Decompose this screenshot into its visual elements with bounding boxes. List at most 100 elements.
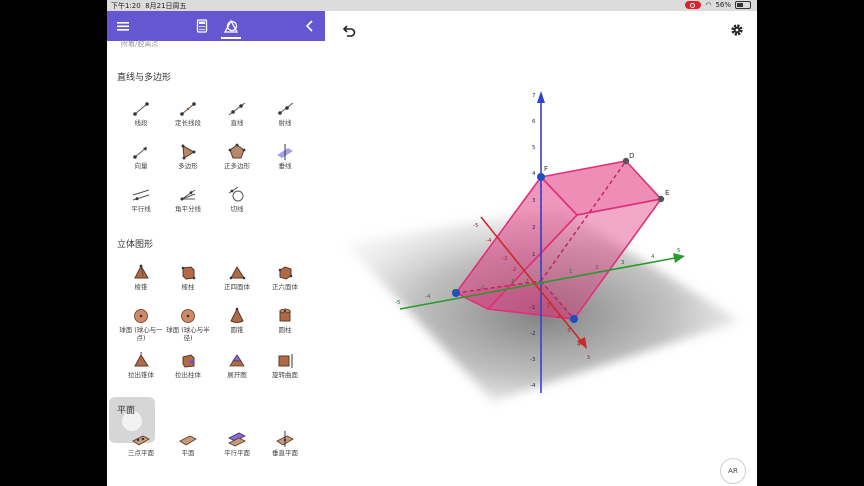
svg-text:3: 3 (567, 328, 571, 334)
point-f[interactable] (537, 173, 545, 181)
label-e: E (665, 189, 669, 197)
tool-plane-three-points[interactable]: 三点平面 (117, 429, 165, 457)
svg-text:-2: -2 (511, 267, 516, 273)
tool-perpendicular-line[interactable]: 垂线 (261, 142, 309, 170)
polygon-icon (181, 144, 196, 160)
cut-off-tool-label: 附着/脱离点 (121, 40, 159, 48)
section-title-planes: 平面 (117, 406, 136, 416)
tool-fixed-segment[interactable]: 定长线段 (164, 99, 212, 127)
label-d: D (629, 152, 634, 160)
svg-text:4: 4 (651, 254, 655, 260)
cone-icon (230, 307, 244, 323)
fixed-segment-icon (180, 102, 196, 116)
svg-text:2: 2 (532, 225, 536, 231)
tool-ray[interactable]: 射线 (261, 99, 309, 127)
regular-polygon-icon (228, 143, 246, 159)
screen-record-icon (685, 1, 702, 9)
svg-text:-3: -3 (502, 256, 508, 262)
point-e[interactable] (657, 195, 665, 203)
ray-icon (278, 102, 294, 115)
vector-icon (133, 147, 147, 159)
tool-angle-bisector[interactable]: 角平分线 (164, 185, 212, 213)
tool-parallel-line[interactable]: 平行线 (117, 185, 165, 213)
parallel-plane-icon (228, 432, 246, 447)
cube-icon (278, 266, 293, 280)
tool-extrude-pyramid[interactable]: 拉出锥体 (117, 351, 165, 379)
angle-bisector-icon (180, 189, 196, 201)
graphics-3d-view[interactable]: D E F 7 6 5 4 3 2 1 -1 -2 -3 -4 -5 -4 -3 (325, 11, 757, 486)
point-on-x-axis[interactable] (570, 315, 578, 323)
svg-text:-3: -3 (451, 289, 457, 295)
tool-sphere-center-radius[interactable]: 球面 (球心与半径) (164, 306, 212, 342)
svg-text:5: 5 (677, 248, 681, 254)
svg-text:4: 4 (577, 342, 581, 348)
svg-text:-1: -1 (524, 279, 529, 285)
panel-toolbar (107, 11, 325, 41)
section-title-solids: 立体图形 (117, 240, 154, 250)
tool-cylinder[interactable]: 圆柱 (261, 306, 309, 334)
svg-text:-5: -5 (473, 223, 479, 229)
svg-text:4: 4 (532, 171, 536, 177)
svg-text:-1: -1 (530, 305, 535, 311)
menu-icon[interactable] (115, 18, 131, 34)
y-axis-arrow (673, 253, 685, 263)
tool-regular-polygon[interactable]: 正多边形 (213, 142, 261, 170)
parallel-line-icon (132, 189, 150, 201)
tool-cone[interactable]: 圆锥 (213, 306, 261, 334)
svg-text:3: 3 (532, 198, 536, 204)
line-icon (228, 102, 246, 116)
svg-text:2: 2 (595, 265, 599, 271)
segment-icon (133, 102, 149, 116)
battery-icon (735, 1, 751, 9)
tool-perpendicular-plane[interactable]: 垂直平面 (261, 429, 309, 457)
tablet-screen: 下午1:20 8月21日周五 ◠ 56% 附着/脱离点 直线与多边形 线段 定长… (107, 0, 757, 486)
calculator-icon[interactable] (194, 18, 210, 34)
svg-text:5: 5 (532, 145, 536, 151)
tool-polygon[interactable]: 多边形 (164, 142, 212, 170)
revolution-surface-icon (278, 354, 293, 368)
net-icon (229, 354, 245, 367)
svg-text:-2: -2 (530, 331, 535, 337)
svg-text:-1: -1 (509, 279, 514, 285)
perpendicular-line-icon (277, 144, 293, 160)
tool-panel: 附着/脱离点 直线与多边形 线段 定长线段 直线 射线 向量 多边形 正多边形 … (107, 11, 326, 486)
sphere-icon (134, 309, 148, 323)
geometry-icon[interactable] (223, 18, 239, 34)
tool-parallel-plane[interactable]: 平行平面 (213, 429, 261, 457)
status-bar: 下午1:20 8月21日周五 ◠ 56% (107, 0, 757, 11)
tool-prism[interactable]: 棱柱 (164, 263, 212, 291)
prism-icon (181, 266, 196, 280)
collapse-icon[interactable] (302, 18, 318, 34)
svg-text:7: 7 (532, 93, 536, 99)
label-f: F (544, 165, 548, 173)
ar-button[interactable]: AR (720, 458, 746, 484)
svg-text:-4: -4 (425, 294, 431, 300)
svg-text:2: 2 (557, 314, 561, 320)
tool-net[interactable]: 展开图 (213, 351, 261, 379)
wifi-icon: ◠ (705, 1, 712, 9)
svg-text:1: 1 (569, 269, 573, 275)
tool-cube[interactable]: 正六面体 (261, 263, 309, 291)
plane-icon (179, 435, 197, 446)
tool-vector[interactable]: 向量 (117, 142, 165, 170)
extrude-pyramid-icon (134, 352, 149, 367)
tool-tetrahedron[interactable]: 正四面体 (213, 263, 261, 291)
svg-text:1: 1 (532, 252, 536, 258)
tool-line[interactable]: 直线 (213, 99, 261, 127)
svg-text:-4: -4 (530, 383, 536, 389)
battery-percent: 56% (715, 1, 731, 9)
tool-extrude-prism[interactable]: 拉出柱体 (164, 351, 212, 379)
tool-sphere-center-point[interactable]: 球面 (球心与一点) (117, 306, 165, 342)
svg-text:-4: -4 (486, 238, 492, 244)
tool-tangent[interactable]: 切线 (213, 185, 261, 213)
tool-segment[interactable]: 线段 (117, 99, 165, 127)
pyramid-icon (134, 264, 149, 279)
tool-pyramid[interactable]: 棱锥 (117, 263, 165, 291)
perpendicular-plane-icon (276, 431, 294, 447)
tool-surface-of-revolution[interactable]: 旋转曲面 (261, 351, 309, 379)
svg-text:-3: -3 (530, 357, 536, 363)
status-time: 下午1:20 8月21日周五 (111, 2, 187, 10)
active-tab-indicator (221, 37, 241, 39)
tool-plane[interactable]: 平面 (164, 429, 212, 457)
scene: D E F 7 6 5 4 3 2 1 -1 -2 -3 -4 -5 -4 -3 (345, 91, 740, 401)
